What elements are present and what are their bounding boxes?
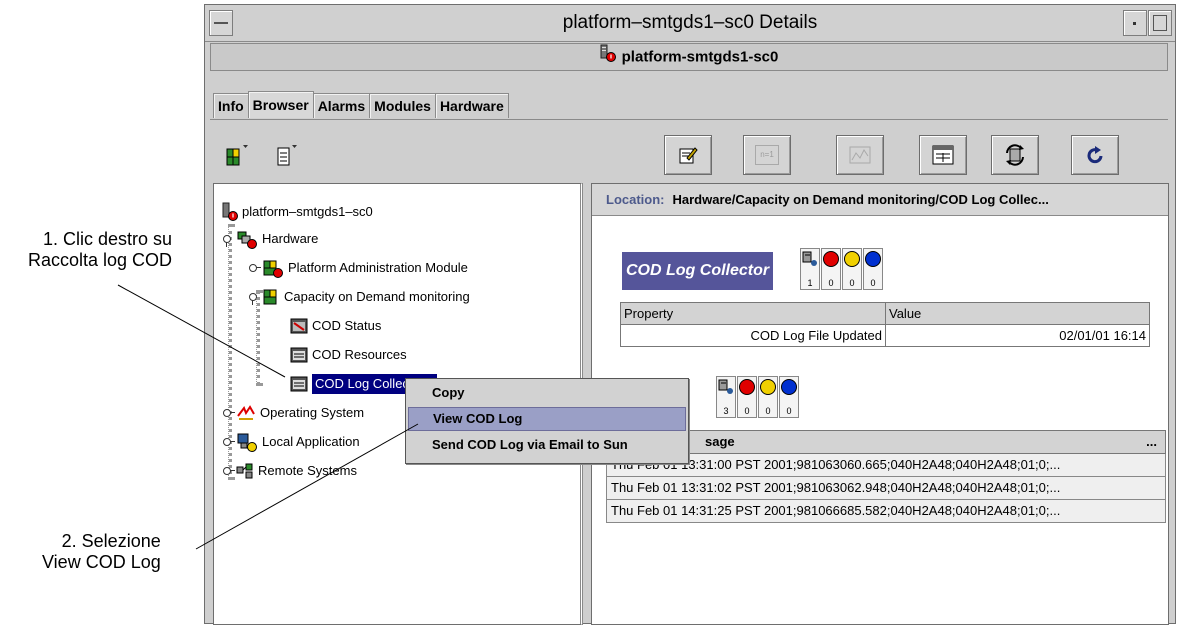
window-title: platform–smtgds1–sc0 Details	[562, 12, 818, 33]
minor-alarm-icon	[865, 251, 881, 267]
property-name: COD Log File Updated	[620, 324, 886, 347]
info-icon	[718, 379, 733, 394]
tree-node-platform-admin-module[interactable]: Platform Administration Module	[248, 258, 468, 278]
expand-toggle-icon[interactable]	[222, 234, 232, 247]
tree-node-hardware[interactable]: Hardware	[222, 229, 318, 249]
minimize-button[interactable]	[1123, 10, 1147, 36]
expand-toggle-icon[interactable]	[222, 408, 235, 418]
status-cell-major: 0	[758, 376, 778, 418]
status-cell-minor: 0	[779, 376, 799, 418]
tree-node-cod-monitoring[interactable]: Capacity on Demand monitoring	[248, 287, 470, 307]
log-table-icon	[290, 376, 308, 392]
tree-node-cod-resources[interactable]: COD Resources	[290, 345, 407, 365]
callout-step-1: 1. Clic destro su Raccolta log COD	[28, 229, 173, 270]
log-row[interactable]: Thu Feb 01 13:31:00 PST 2001;981063060.6…	[606, 454, 1166, 477]
context-menu: Copy View COD Log Send COD Log via Email…	[405, 378, 689, 464]
log-row[interactable]: Thu Feb 01 13:31:02 PST 2001;981063062.9…	[606, 477, 1166, 500]
tab-alarms[interactable]: Alarms	[312, 93, 371, 118]
status-cell-critical: 0	[737, 376, 757, 418]
tab-browser[interactable]: Browser	[247, 91, 314, 118]
critical-alarm-icon	[739, 379, 755, 395]
property-column-header: Property	[620, 302, 886, 325]
local-application-icon	[237, 433, 257, 452]
reload-button[interactable]	[1071, 135, 1119, 175]
tree-node-cod-status[interactable]: COD Status	[290, 316, 381, 336]
n-minus-1-button[interactable]: n=1	[743, 135, 791, 175]
location-path: Hardware/Capacity on Demand monitoring/C…	[672, 192, 1049, 207]
remote-systems-icon	[236, 463, 253, 479]
collector-status-counts: 1 0 0 0	[800, 248, 884, 290]
details-window: platform–smtgds1–sc0 Details platform-sm…	[204, 4, 1176, 625]
server-alarm-icon	[222, 202, 238, 221]
graph-icon	[849, 146, 871, 164]
maximize-button[interactable]	[1148, 10, 1172, 36]
info-icon	[802, 251, 817, 266]
tree-node-operating-system[interactable]: Operating System	[222, 403, 364, 423]
refresh-button[interactable]	[991, 135, 1039, 175]
status-cell-critical: 0	[821, 248, 841, 290]
module-icon	[263, 289, 277, 305]
tab-bar: Info Browser Alarms Modules Hardware	[213, 91, 509, 119]
expand-toggle-icon[interactable]	[248, 263, 261, 273]
critical-alarm-icon	[823, 251, 839, 267]
host-name: platform-smtgds1-sc0	[621, 48, 779, 66]
tab-modules[interactable]: Modules	[369, 93, 436, 118]
operating-system-icon	[237, 405, 255, 420]
collector-section-title: COD Log Collector	[622, 252, 774, 290]
host-header: platform-smtgds1-sc0	[210, 43, 1168, 71]
tree-node-local-applications[interactable]: Local Application	[222, 432, 360, 452]
value-column-header: Value	[885, 302, 1150, 325]
status-cell-major: 0	[842, 248, 862, 290]
tab-info[interactable]: Info	[213, 93, 249, 118]
module-view-icon[interactable]	[225, 143, 249, 169]
menu-item-send-cod-log-email[interactable]: Send COD Log via Email to Sun	[408, 434, 686, 456]
log-table[interactable]: sage ... Thu Feb 01 13:31:00 PST 2001;98…	[606, 430, 1166, 523]
hardware-alarm-icon	[237, 231, 257, 249]
tree-node-remote-systems[interactable]: Remote Systems	[222, 461, 357, 481]
status-cell-info: 1	[800, 248, 820, 290]
tab-hardware[interactable]: Hardware	[434, 93, 509, 118]
location-bar: Location: Hardware/Capacity on Demand mon…	[592, 184, 1168, 216]
major-alarm-icon	[844, 251, 860, 267]
status-cell-info: 3	[716, 376, 736, 418]
expand-toggle-icon[interactable]	[222, 437, 235, 447]
menu-item-view-cod-log[interactable]: View COD Log	[408, 407, 686, 431]
table-view-button[interactable]	[919, 135, 967, 175]
menu-item-copy[interactable]: Copy	[408, 382, 686, 404]
collector-property-table: Property Value COD Log File Updated 02/01/…	[620, 302, 1150, 347]
table-view-icon	[932, 145, 954, 165]
n-minus-1-icon: n=1	[755, 145, 779, 165]
property-value: 02/01/01 16:14	[885, 324, 1150, 347]
refresh-icon	[1006, 144, 1024, 166]
major-alarm-icon	[760, 379, 776, 395]
tree-node-root[interactable]: platform–smtgds1–sc0	[222, 202, 373, 222]
column-menu-icon[interactable]: ...	[1146, 431, 1157, 453]
graph-button[interactable]	[836, 135, 884, 175]
callout-step-2: 2. Selezione View COD Log	[42, 531, 161, 572]
resource-table-icon	[290, 347, 308, 363]
status-table-icon	[290, 318, 308, 334]
reload-icon	[1087, 146, 1103, 164]
expand-toggle-icon[interactable]	[248, 292, 258, 305]
edit-button[interactable]	[664, 135, 712, 175]
title-bar[interactable]: platform–smtgds1–sc0 Details	[205, 5, 1175, 42]
log-row[interactable]: Thu Feb 01 14:31:25 PST 2001;981066685.5…	[606, 500, 1166, 523]
log-column-header[interactable]: sage ...	[606, 430, 1166, 454]
expand-toggle-icon[interactable]	[222, 466, 235, 476]
module-alarm-icon	[263, 260, 283, 278]
edit-icon	[679, 147, 698, 164]
status-cell-minor: 0	[863, 248, 883, 290]
property-sheet-icon[interactable]	[275, 143, 299, 169]
log-status-counts: 3 0 0 0	[716, 376, 800, 418]
server-alarm-icon	[600, 44, 616, 71]
minor-alarm-icon	[781, 379, 797, 395]
location-label: Location:	[606, 192, 665, 207]
